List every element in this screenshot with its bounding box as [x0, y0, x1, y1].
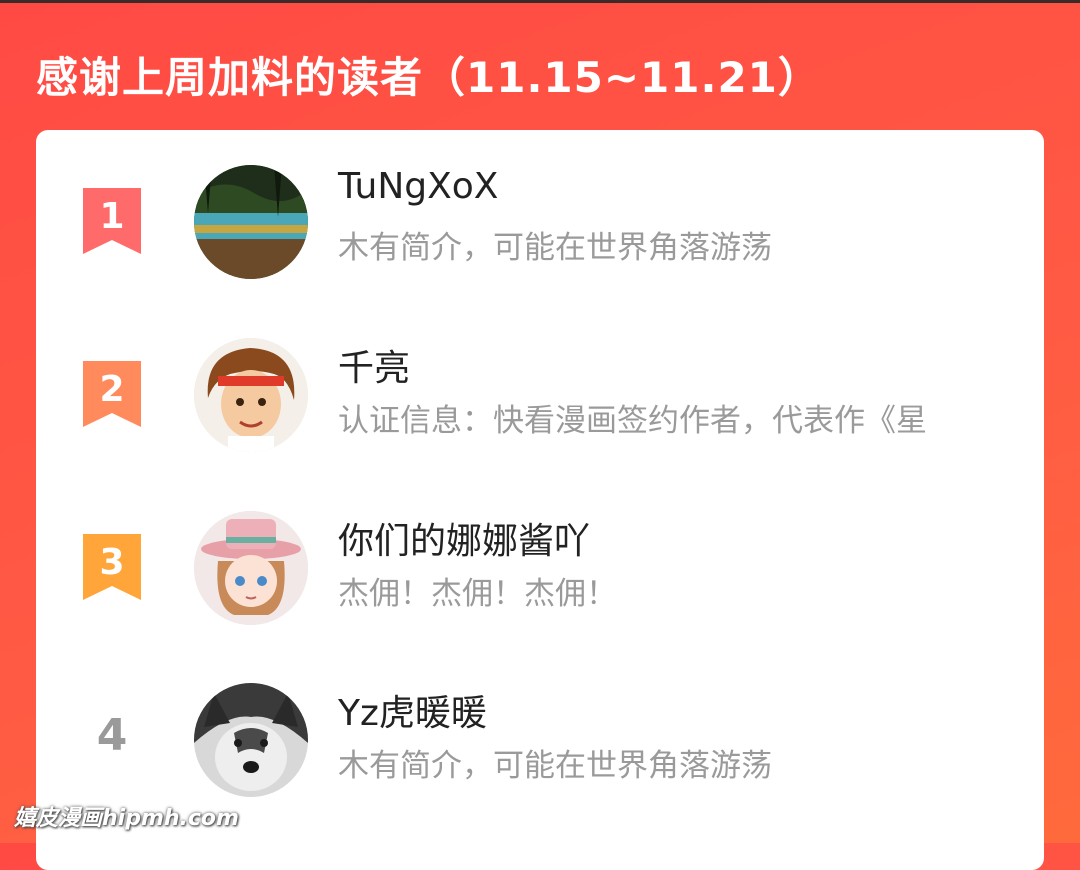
- user-bio: 杰佣！杰佣！杰佣！: [338, 576, 617, 612]
- rank-number: 4: [96, 710, 128, 761]
- anime-boy-headband-avatar[interactable]: [194, 338, 308, 452]
- rank-number: 2: [99, 369, 125, 410]
- leaderboard-row-4[interactable]: 4 Yz虎暖暖 木有简介，可能在世界角落游荡: [36, 680, 1044, 800]
- lake-scenery-avatar[interactable]: [194, 165, 308, 279]
- user-bio: 木有简介，可能在世界角落游荡: [338, 230, 772, 266]
- leaderboard-card: 1 TuNgXoX 木有简介，可能在世界角落游荡 2 千亮 认证信息：快看漫画签…: [36, 130, 1044, 870]
- page-title: 感谢上周加料的读者（11.15~11.21）: [36, 53, 821, 102]
- site-watermark: 嬉皮漫画hipmh.com: [14, 806, 239, 831]
- rank-number: 3: [99, 542, 125, 583]
- leaderboard-row-2[interactable]: 2 千亮 认证信息：快看漫画签约作者，代表作《星: [36, 335, 1044, 455]
- anime-girl-pink-hat-avatar[interactable]: [194, 511, 308, 625]
- user-bio: 木有简介，可能在世界角落游荡: [338, 748, 772, 784]
- user-name[interactable]: TuNgXoX: [338, 166, 498, 207]
- top-edge-line: [0, 0, 1080, 3]
- rank-badge-1: 1: [83, 188, 141, 254]
- user-name[interactable]: 千亮: [338, 339, 410, 391]
- user-name[interactable]: 你们的娜娜酱吖: [338, 512, 590, 564]
- leaderboard-row-3[interactable]: 3 你们的娜娜酱吖 杰佣！杰佣！杰佣！: [36, 508, 1044, 628]
- rank-number: 1: [99, 196, 125, 237]
- leaderboard-row-1[interactable]: 1 TuNgXoX 木有简介，可能在世界角落游荡: [36, 162, 1044, 282]
- husky-dog-avatar[interactable]: [194, 683, 308, 797]
- user-bio: 认证信息：快看漫画签约作者，代表作《星: [338, 403, 927, 439]
- user-name[interactable]: Yz虎暖暖: [338, 684, 487, 736]
- rank-badge-3: 3: [83, 534, 141, 600]
- rank-badge-2: 2: [83, 361, 141, 427]
